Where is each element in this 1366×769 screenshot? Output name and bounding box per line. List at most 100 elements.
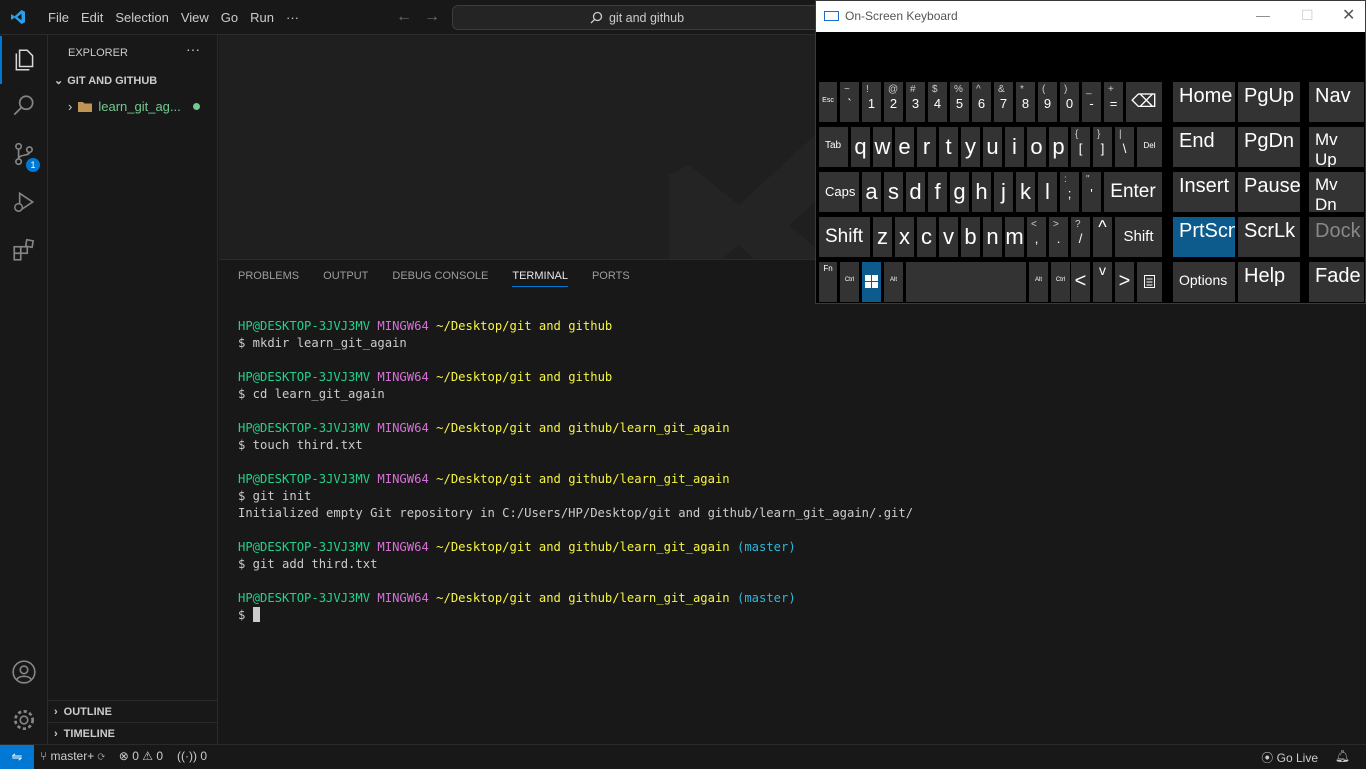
menu-run[interactable]: Run <box>244 10 280 25</box>
settings-gear-icon[interactable] <box>0 696 48 744</box>
forward-arrow-icon[interactable]: → <box>424 8 440 26</box>
menu-view[interactable]: View <box>175 10 215 25</box>
minimize-icon[interactable]: — <box>1256 7 1270 23</box>
key-m[interactable]: m <box>1005 217 1024 257</box>
go-live-button[interactable]: ⦿ Go Live <box>1261 749 1318 766</box>
key-u[interactable]: u <box>983 127 1002 167</box>
key-backslash[interactable]: | \ <box>1115 127 1134 167</box>
key-n0[interactable]: ) 0 <box>1060 82 1079 122</box>
tab-terminal[interactable]: TERMINAL <box>512 270 568 287</box>
key-insert[interactable]: Insert <box>1173 172 1235 212</box>
key-n9[interactable]: (9 <box>1038 82 1057 122</box>
key-comma[interactable]: <, <box>1027 217 1046 257</box>
key-t[interactable]: t <box>939 127 958 167</box>
key-n2[interactable]: @2 <box>884 82 903 122</box>
back-arrow-icon[interactable]: ← <box>396 8 412 26</box>
key-p[interactable]: p <box>1049 127 1068 167</box>
key-mvdn[interactable]: Mv Dn <box>1309 172 1364 212</box>
key-dock[interactable]: Dock <box>1309 217 1364 257</box>
key-minus[interactable]: _ - <box>1082 82 1101 122</box>
key-space[interactable] <box>906 262 1026 302</box>
key-k[interactable]: k <box>1016 172 1035 212</box>
key-nav[interactable]: Nav <box>1309 82 1364 122</box>
key-ctrl-left[interactable]: Ctrl <box>840 262 859 302</box>
run-debug-icon[interactable] <box>0 178 48 226</box>
key-lbracket[interactable]: {[ <box>1071 127 1090 167</box>
key-end[interactable]: End <box>1173 127 1235 167</box>
key-del[interactable]: Del <box>1137 127 1162 167</box>
key-n5[interactable]: % 5 <box>950 82 969 122</box>
key-fn[interactable]: Fn <box>819 262 837 302</box>
key-alt-right[interactable]: Alt <box>1029 262 1048 302</box>
explorer-more-button[interactable]: ··· <box>186 41 200 57</box>
tab-problems[interactable]: PROBLEMS <box>238 270 299 287</box>
search-icon[interactable] <box>0 82 48 130</box>
key-d[interactable]: d <box>906 172 925 212</box>
menu-edit[interactable]: Edit <box>75 10 109 25</box>
key-semicolon[interactable]: :; <box>1060 172 1079 212</box>
key-n7[interactable]: & 7 <box>994 82 1013 122</box>
key-z[interactable]: z <box>873 217 892 257</box>
osk-titlebar[interactable]: On-Screen Keyboard — ☐ ✕ <box>816 1 1365 32</box>
key-n8[interactable]: * 8 <box>1016 82 1035 122</box>
key-prtscn[interactable]: PrtScn <box>1173 217 1235 257</box>
key-n1[interactable]: ! 1 <box>862 82 881 122</box>
key-n6[interactable]: ^ 6 <box>972 82 991 122</box>
key-y[interactable]: y <box>961 127 980 167</box>
tab-debug-console[interactable]: DEBUG CONSOLE <box>392 270 488 287</box>
key-o[interactable]: o <box>1027 127 1046 167</box>
source-control-icon[interactable]: 1 <box>0 130 48 178</box>
menu-selection[interactable]: Selection <box>109 10 174 25</box>
tab-ports[interactable]: PORTS <box>592 270 630 287</box>
key-n3[interactable]: #3 <box>906 82 925 122</box>
branch-status[interactable]: ⑂ master+ ⟳ <box>40 749 105 763</box>
key-fade[interactable]: Fade <box>1309 262 1364 302</box>
key-l[interactable]: l <box>1038 172 1057 212</box>
key-menu[interactable] <box>1137 262 1162 302</box>
key-arrow-right[interactable]: > <box>1115 262 1134 302</box>
explorer-icon[interactable] <box>0 36 48 84</box>
folder-item[interactable]: › learn_git_ag... <box>68 95 218 117</box>
key-e[interactable]: e <box>895 127 914 167</box>
problems-status[interactable]: ⊗ 0 ⚠ 0 <box>119 749 163 763</box>
menu-file[interactable]: File <box>42 10 75 25</box>
command-center[interactable]: git and github <box>452 5 822 30</box>
key-h[interactable]: h <box>972 172 991 212</box>
key-n4[interactable]: $4 <box>928 82 947 122</box>
key-ctrl-right[interactable]: Ctrl <box>1051 262 1070 302</box>
key-shift-right[interactable]: Shift <box>1115 217 1162 257</box>
key-backspace[interactable]: ⌫ <box>1126 82 1162 122</box>
key-caps[interactable]: Caps <box>819 172 859 212</box>
key-home[interactable]: Home <box>1173 82 1235 122</box>
key-quote[interactable]: " ' <box>1082 172 1101 212</box>
key-q[interactable]: q <box>851 127 870 167</box>
key-pause[interactable]: Pause <box>1238 172 1300 212</box>
tab-output[interactable]: OUTPUT <box>323 270 368 287</box>
key-a[interactable]: a <box>862 172 881 212</box>
key-period[interactable]: >. <box>1049 217 1068 257</box>
key-i[interactable]: i <box>1005 127 1024 167</box>
menu-go[interactable]: Go <box>215 10 244 25</box>
maximize-icon[interactable]: ☐ <box>1301 7 1314 24</box>
key-rbracket[interactable]: }] <box>1093 127 1112 167</box>
key-shift-left[interactable]: Shift <box>819 217 870 257</box>
account-icon[interactable] <box>0 648 48 696</box>
key-n[interactable]: n <box>983 217 1002 257</box>
key-pgup[interactable]: PgUp <box>1238 82 1300 122</box>
key-backtick[interactable]: ~ ` <box>840 82 859 122</box>
key-x[interactable]: x <box>895 217 914 257</box>
key-alt-left[interactable]: Alt <box>884 262 903 302</box>
key-options[interactable]: Options <box>1173 262 1235 302</box>
key-c[interactable]: c <box>917 217 936 257</box>
extensions-icon[interactable] <box>0 226 48 274</box>
key-g[interactable]: g <box>950 172 969 212</box>
key-scrlk[interactable]: ScrLk <box>1238 217 1300 257</box>
key-windows[interactable] <box>862 262 881 302</box>
key-r[interactable]: r <box>917 127 936 167</box>
ports-status[interactable]: ((·)) 0 <box>177 749 207 763</box>
remote-indicator-icon[interactable]: ⇋ <box>0 745 34 769</box>
key-arrow-up[interactable]: ^ <box>1093 217 1112 257</box>
key-v[interactable]: v <box>939 217 958 257</box>
menu-more[interactable]: ··· <box>280 10 305 25</box>
key-equals[interactable]: + = <box>1104 82 1123 122</box>
